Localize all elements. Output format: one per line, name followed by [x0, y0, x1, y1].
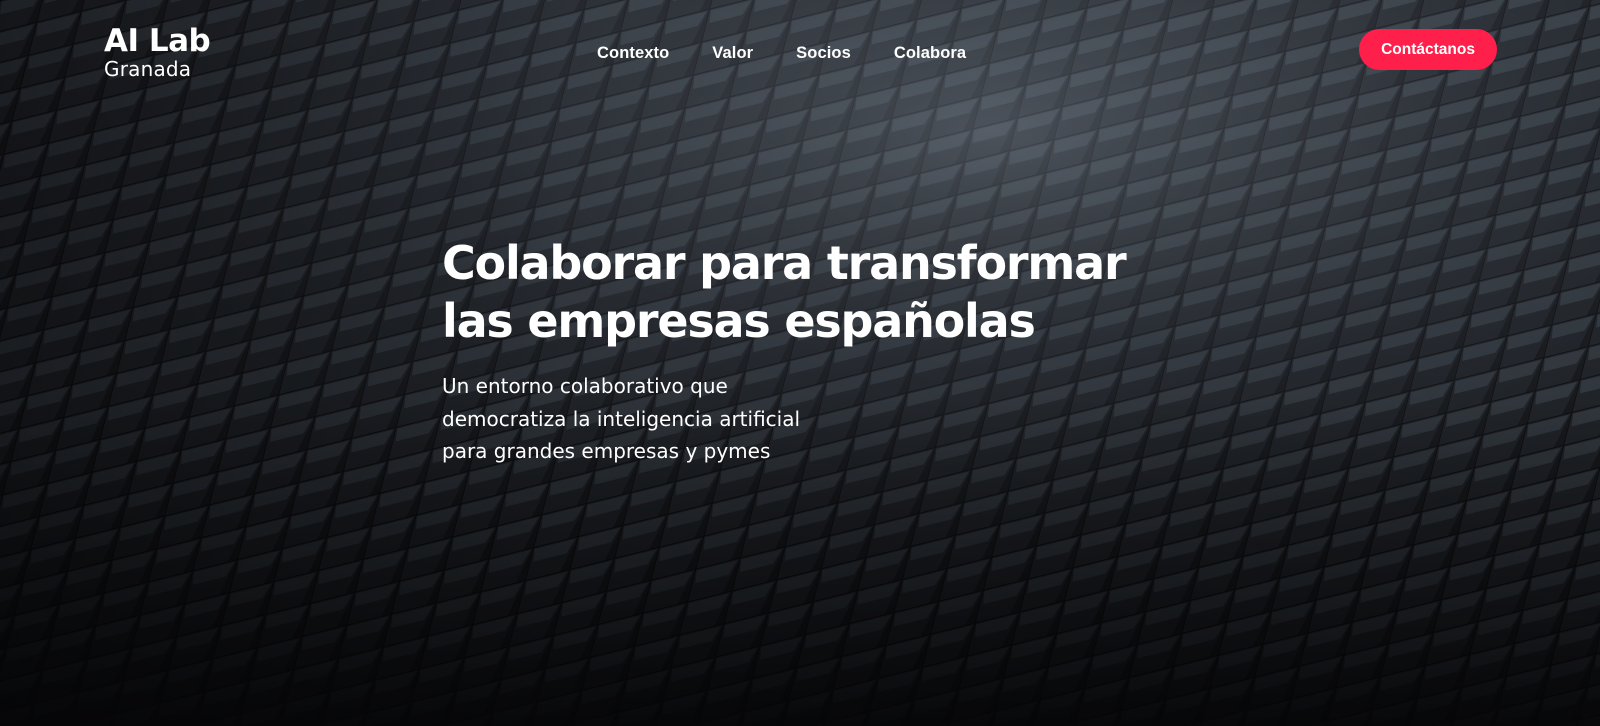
hero-subtitle-line: democratiza la inteligencia artificial [442, 406, 801, 431]
main-nav: Contexto Valor Socios Colabora [597, 42, 1009, 64]
nav-link-contexto[interactable]: Contexto [597, 42, 669, 64]
hero-headline-line: las empresas españolas [442, 294, 1036, 348]
hero-headline-line: Colaborar para transformar [442, 236, 1127, 290]
brand-location: Granada [104, 57, 192, 81]
hero-subtitle-line: para grandes empresas y pymes [442, 439, 771, 463]
contact-button[interactable]: Contáctanos [1359, 29, 1497, 70]
brand-logo[interactable]: AI Lab Granada [104, 23, 211, 81]
hero-content: Colaborar para transformar las empresas … [442, 234, 1202, 468]
nav-link-colabora[interactable]: Colabora [894, 42, 966, 64]
top-navigation-bar: AI Lab Granada Contexto Valor Socios Col… [0, 0, 1600, 100]
hero-subtitle-line: Un entorno colaborativo que [442, 374, 728, 398]
hero-section: AI Lab Granada Contexto Valor Socios Col… [0, 0, 1600, 726]
brand-name: AI Lab [104, 23, 211, 59]
hero-headline: Colaborar para transformar las empresas … [442, 234, 1202, 350]
nav-link-valor[interactable]: Valor [712, 42, 753, 64]
hero-subtitle: Un entorno colaborativo que democratiza … [442, 370, 842, 468]
nav-link-socios[interactable]: Socios [796, 42, 851, 64]
